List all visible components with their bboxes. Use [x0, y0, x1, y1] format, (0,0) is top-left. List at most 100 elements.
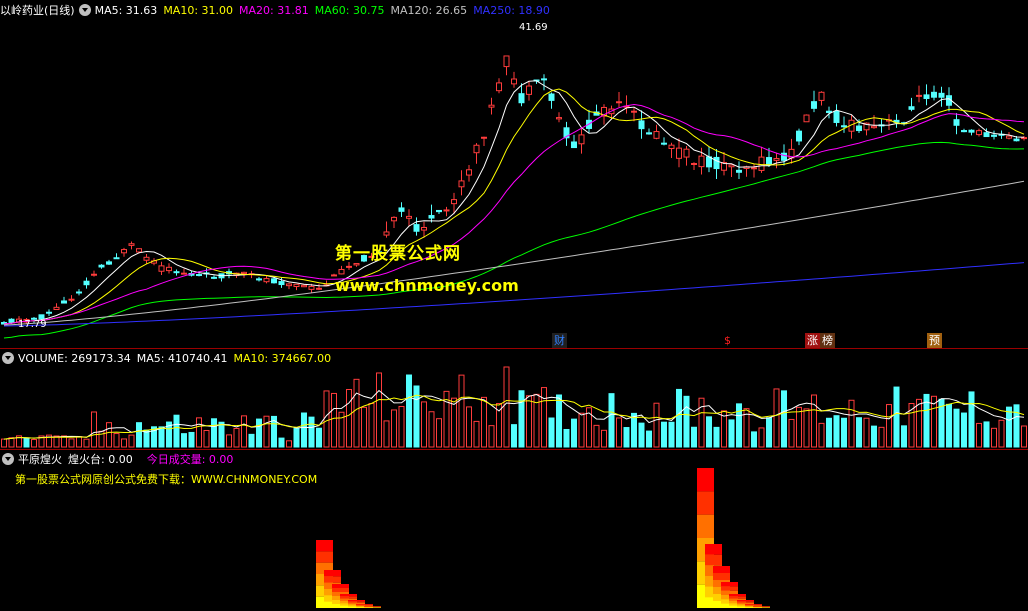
- volume-bar: [248, 433, 255, 448]
- volume-label: VOLUME: 269173.34: [18, 351, 131, 365]
- volume-bar: [91, 411, 97, 448]
- volume-bar: [563, 428, 570, 448]
- candle-body: [713, 156, 720, 170]
- volume-bar: [323, 390, 330, 448]
- volume-bar: [83, 438, 90, 448]
- fire-segment: [745, 604, 762, 605]
- volume-bar: [106, 422, 112, 448]
- candle-body: [766, 157, 772, 166]
- high-price-label: 41.69: [519, 22, 548, 33]
- volume-bar: [436, 418, 442, 448]
- dropdown-icon[interactable]: [78, 4, 91, 16]
- volume-bar: [451, 397, 457, 448]
- candle-body: [83, 280, 90, 286]
- event-marker-dollar[interactable]: $: [722, 333, 733, 348]
- volume-bar: [631, 412, 637, 448]
- indicator-panel-header: 平原煌火 煌火台: 0.00 今日成交量: 0.00: [0, 449, 239, 469]
- volume-bar: [391, 409, 397, 448]
- candle-body: [61, 300, 67, 304]
- event-marker-ranking[interactable]: 榜: [820, 333, 835, 348]
- volume-bar: [788, 418, 795, 448]
- candle-body: [76, 291, 82, 294]
- volume-bar: [301, 412, 307, 448]
- candle-body: [473, 144, 480, 154]
- dropdown-icon[interactable]: [2, 453, 14, 465]
- ma5-label: MA5: 31.63: [94, 3, 158, 17]
- volume-bar: [736, 403, 742, 448]
- candle-body: [841, 125, 847, 128]
- volume-bar: [841, 417, 847, 448]
- candle-body: [691, 162, 697, 165]
- candle-body: [796, 130, 802, 142]
- candle-body: [106, 261, 112, 265]
- candle-body: [548, 93, 555, 101]
- fire-segment: [721, 586, 738, 591]
- ma10-label: MA10: 31.00: [163, 3, 234, 17]
- event-marker-finance[interactable]: 财: [552, 333, 567, 348]
- candle-body: [773, 158, 780, 161]
- fire-segment: [745, 604, 762, 606]
- volume-bar: [691, 426, 697, 448]
- candle-body: [196, 274, 202, 277]
- volume-bar: [698, 397, 705, 448]
- candle-body: [968, 129, 975, 133]
- volume-bar: [541, 387, 547, 448]
- volume-bar: [676, 388, 682, 448]
- volume-bar: [286, 440, 292, 448]
- volume-bar: [668, 421, 675, 448]
- candle-body: [241, 271, 247, 275]
- fire-indicator-bars: [316, 468, 770, 608]
- volume-bar: [188, 431, 195, 448]
- candle-body: [1021, 137, 1027, 140]
- event-marker-forecast[interactable]: 预: [927, 333, 942, 348]
- volume-bar: [158, 426, 165, 448]
- low-price-label: 17.79: [18, 319, 47, 330]
- moving-average-lines: [3, 80, 1025, 339]
- volume-bar: [368, 402, 375, 448]
- fire-segment: [356, 604, 373, 605]
- volume-bar: [8, 437, 15, 448]
- volume-bar: [803, 408, 810, 448]
- volume-bar: [751, 431, 757, 448]
- candle-body: [113, 257, 120, 260]
- candle-body: [488, 104, 495, 108]
- volume-bar: [616, 417, 622, 448]
- volume-bar: [646, 430, 652, 448]
- candle-body: [413, 224, 420, 232]
- candle-body: [143, 256, 150, 261]
- candle-body: [383, 231, 390, 236]
- volume-bar: [353, 378, 360, 448]
- volume-bar: [848, 399, 855, 448]
- volume-bar: [886, 404, 892, 448]
- candle-body: [293, 283, 300, 287]
- volume-bar: [181, 433, 187, 448]
- volume-bar: [961, 412, 967, 448]
- candle-body: [466, 169, 472, 176]
- chart-canvas[interactable]: [0, 0, 1028, 611]
- candle-body: [931, 91, 937, 98]
- event-marker-limit-up[interactable]: 涨: [805, 333, 820, 348]
- candle-body: [496, 82, 502, 92]
- candle-body: [518, 93, 525, 104]
- volume-bar: [901, 425, 907, 448]
- candle-body: [653, 131, 660, 139]
- watermark-title: 第一股票公式网: [335, 244, 461, 264]
- volume-bar: [661, 421, 667, 448]
- volume-bar: [428, 411, 435, 448]
- candle-body: [803, 114, 810, 123]
- ma20-label: MA20: 31.81: [239, 3, 309, 17]
- volume-bar: [773, 388, 780, 448]
- fire-segment: [348, 602, 365, 604]
- volume-bar: [128, 434, 135, 448]
- volume-bar: [758, 427, 765, 448]
- candle-body: [278, 281, 285, 286]
- dropdown-icon[interactable]: [2, 352, 14, 364]
- volume-bar: [308, 416, 315, 448]
- volume-bar: [781, 390, 787, 448]
- ma250-label: MA250: 18.90: [473, 3, 550, 17]
- fire-segment: [713, 573, 730, 580]
- candle-body: [503, 55, 510, 68]
- volume-bar: [601, 429, 607, 448]
- volume-bar: [398, 405, 405, 448]
- volume-bar: [863, 417, 870, 448]
